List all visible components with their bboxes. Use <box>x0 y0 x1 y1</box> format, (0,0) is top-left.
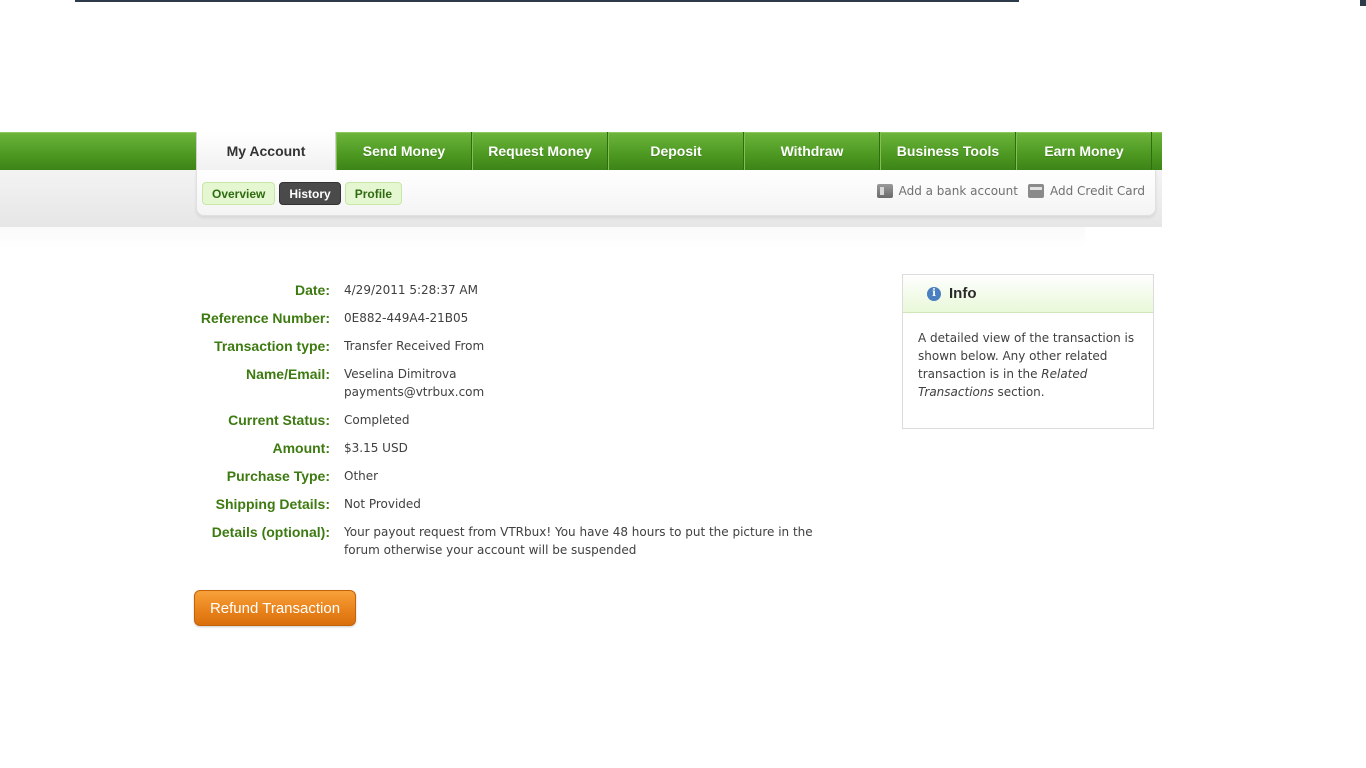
amount-value: $3.15 USD <box>344 441 408 455</box>
info-panel-header: i Info <box>903 275 1153 313</box>
status-value: Completed <box>344 413 410 427</box>
add-credit-card-link[interactable]: Add Credit Card <box>1027 184 1145 198</box>
subtab-overview[interactable]: Overview <box>202 182 276 205</box>
subnav-tabs: Overview History Profile <box>202 182 403 205</box>
date-label: Date: <box>294 282 330 298</box>
shipping-value: Not Provided <box>344 497 421 511</box>
detail-row-reference: Reference Number: 0E882-449A4-21B05 <box>200 309 840 327</box>
top-strip-corner <box>1360 0 1366 6</box>
status-label: Current Status: <box>228 412 330 428</box>
transaction-type-label: Transaction type: <box>214 338 330 354</box>
info-panel: i Info A detailed view of the transactio… <box>902 274 1154 429</box>
date-value: 4/29/2011 5:28:37 AM <box>344 283 478 297</box>
details-label: Details (optional): <box>211 524 330 540</box>
tab-deposit[interactable]: Deposit <box>608 132 744 170</box>
detail-row-shipping: Shipping Details: Not Provided <box>200 495 840 513</box>
detail-row-status: Current Status: Completed <box>200 411 840 429</box>
transaction-details: Date: 4/29/2011 5:28:37 AM Reference Num… <box>200 281 840 569</box>
tab-earn-money[interactable]: Earn Money <box>1016 132 1152 170</box>
sender-name: Veselina Dimitrova <box>344 367 457 381</box>
tab-request-money[interactable]: Request Money <box>472 132 608 170</box>
add-credit-card-label: Add Credit Card <box>1049 184 1145 198</box>
sender-email: payments@vtrbux.com <box>344 385 485 399</box>
shipping-label: Shipping Details: <box>215 496 330 512</box>
reference-value: 0E882-449A4-21B05 <box>344 311 469 325</box>
name-email-value: Veselina Dimitrova payments@vtrbux.com <box>344 365 819 401</box>
subnav-bar: Overview History Profile Add a bank acco… <box>196 170 1156 216</box>
top-strip <box>75 0 1019 2</box>
purchase-type-label: Purchase Type: <box>226 468 330 484</box>
purchase-type-value: Other <box>344 469 379 483</box>
subtab-profile[interactable]: Profile <box>344 182 403 205</box>
info-text: A detailed view of the transaction is sh… <box>903 313 1153 401</box>
detail-row-purchase-type: Purchase Type: Other <box>200 467 840 485</box>
info-icon: i <box>927 286 941 301</box>
tab-business-tools[interactable]: Business Tools <box>880 132 1016 170</box>
add-bank-account-link[interactable]: Add a bank account <box>876 184 1018 198</box>
detail-row-name-email: Name/Email: Veselina Dimitrova payments@… <box>200 365 840 401</box>
content-top-fade <box>0 227 1085 249</box>
tab-my-account[interactable]: My Account <box>196 132 336 170</box>
detail-row-amount: Amount: $3.15 USD <box>200 439 840 457</box>
refund-transaction-button[interactable]: Refund Transaction <box>194 590 356 626</box>
add-bank-account-label: Add a bank account <box>898 184 1018 198</box>
transaction-type-value: Transfer Received From <box>344 339 485 353</box>
bank-icon <box>876 184 893 198</box>
info-text-part-2: section. <box>993 385 1045 399</box>
tab-withdraw[interactable]: Withdraw <box>744 132 880 170</box>
name-email-label: Name/Email: <box>245 366 330 382</box>
info-text-part-1: A detailed view of the transaction is sh… <box>918 331 1135 381</box>
tab-send-money[interactable]: Send Money <box>336 132 472 170</box>
subnav-links: Add a bank account Add Credit Card <box>876 184 1145 198</box>
info-title: Info <box>949 285 977 302</box>
detail-row-date: Date: 4/29/2011 5:28:37 AM <box>200 281 840 299</box>
detail-row-type: Transaction type: Transfer Received From <box>200 337 840 355</box>
reference-label: Reference Number: <box>200 310 330 326</box>
amount-label: Amount: <box>272 440 330 456</box>
details-value: Your payout request from VTRbux! You hav… <box>344 525 813 557</box>
main-nav-tabs: My Account Send Money Request Money Depo… <box>196 132 1152 170</box>
credit-card-icon <box>1027 184 1044 198</box>
detail-row-details: Details (optional): Your payout request … <box>200 523 840 559</box>
subtab-history[interactable]: History <box>279 182 341 205</box>
